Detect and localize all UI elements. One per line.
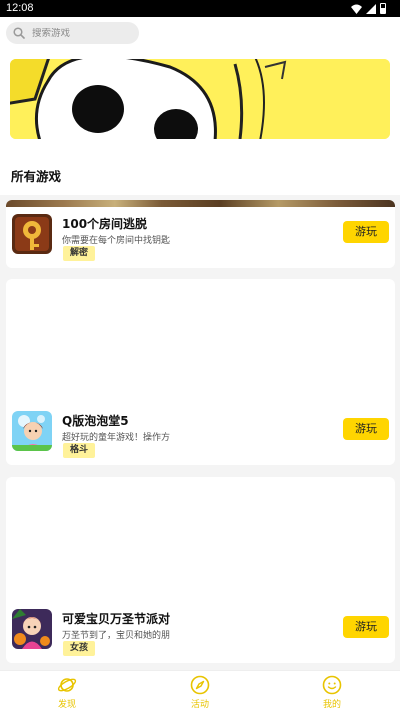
tab-label: 活动: [190, 700, 209, 710]
game-thumbnail[interactable]: [12, 214, 52, 254]
tab-label: 发现: [57, 700, 76, 710]
banner-image: [10, 59, 390, 139]
tab-discover[interactable]: 发现: [37, 675, 97, 710]
tab-mine[interactable]: 我的: [302, 675, 362, 710]
main-content: 所有游戏 100个房间逃脱 你需要在每个房间中找钥匙 解密 游玩 Q版泡泡堂5 …: [0, 50, 400, 670]
promo-banner[interactable]: [10, 59, 390, 139]
game-tag: 格斗: [63, 443, 96, 458]
game-info: Q版泡泡堂5 超好玩的童年游戏！操作方 格斗 游玩: [12, 405, 389, 458]
game-description: 你需要在每个房间中找钥匙: [62, 236, 171, 246]
game-title: Q版泡泡堂5: [62, 414, 129, 428]
game-tag: 解密: [63, 246, 96, 261]
tab-activity[interactable]: 活动: [170, 675, 230, 710]
tab-label: 我的: [322, 700, 341, 710]
planet-icon: [57, 678, 77, 692]
search-box[interactable]: [6, 22, 139, 44]
game-card[interactable]: 100个房间逃脱 你需要在每个房间中找钥匙 解密 游玩: [6, 200, 395, 268]
section-title: 所有游戏: [11, 169, 62, 184]
game-info: 可爱宝贝万圣节派对 万圣节到了，宝贝和她的朋 女孩 游玩: [12, 603, 389, 656]
bottom-tab-bar: 发现 活动 我的: [0, 670, 400, 711]
game-thumbnail[interactable]: [12, 411, 52, 451]
play-button[interactable]: 游玩: [343, 221, 389, 243]
smiley-icon: [322, 675, 342, 695]
status-time: 12:08: [6, 2, 34, 14]
status-bar: 12:08: [0, 0, 400, 17]
play-button[interactable]: 游玩: [343, 418, 389, 440]
game-title: 可爱宝贝万圣节派对: [62, 612, 171, 626]
game-thumbnail[interactable]: [12, 609, 52, 649]
battery-icon: [380, 3, 386, 14]
game-info: 100个房间逃脱 你需要在每个房间中找钥匙 解密 游玩: [12, 208, 389, 261]
game-title: 100个房间逃脱: [62, 217, 148, 231]
search-input[interactable]: [32, 27, 127, 39]
compass-icon: [190, 675, 210, 695]
search-icon: [13, 27, 25, 39]
game-tag: 女孩: [63, 641, 96, 656]
game-card[interactable]: Q版泡泡堂5 超好玩的童年游戏！操作方 格斗 游玩: [6, 279, 395, 465]
play-button[interactable]: 游玩: [343, 616, 389, 638]
game-description: 万圣节到了，宝贝和她的朋: [62, 631, 171, 641]
card-cover-image: [6, 200, 395, 207]
game-description: 超好玩的童年游戏！操作方: [62, 433, 171, 443]
wifi-icon: [351, 4, 362, 14]
game-card[interactable]: 可爱宝贝万圣节派对 万圣节到了，宝贝和她的朋 女孩 游玩: [6, 477, 395, 663]
top-bar: [0, 17, 400, 50]
signal-icon: [366, 3, 376, 14]
